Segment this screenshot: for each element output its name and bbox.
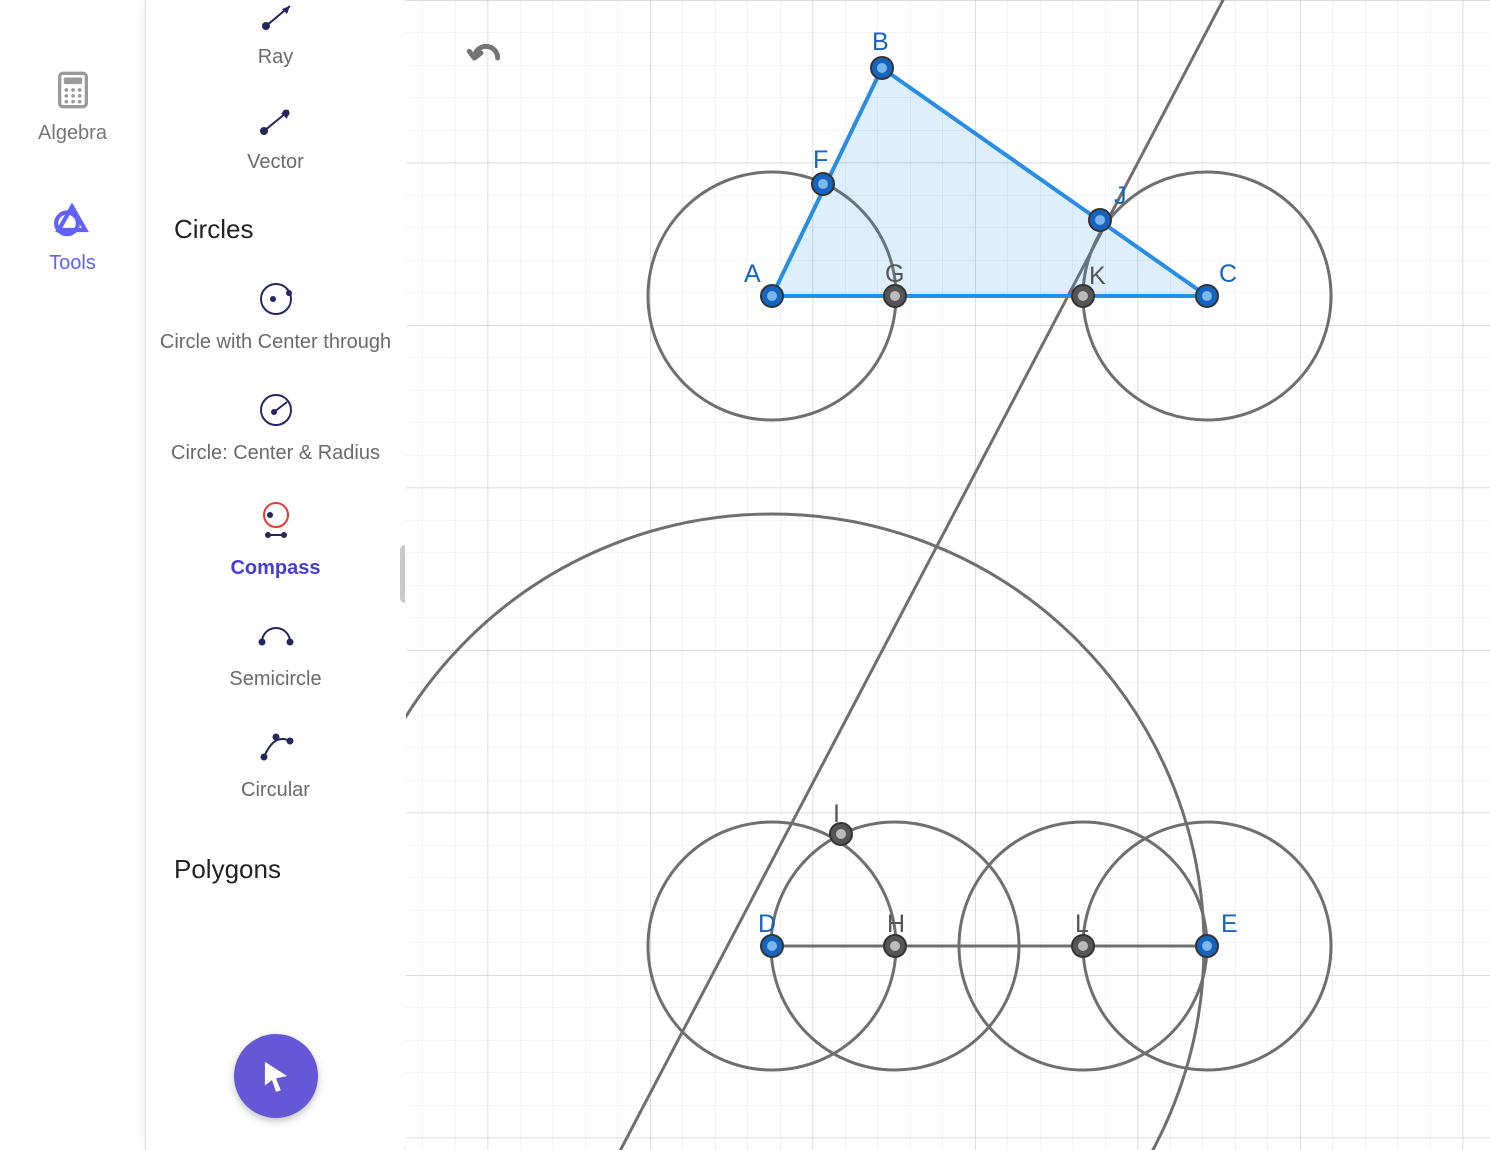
- point-label-B: B: [872, 28, 889, 56]
- circle-center-radius-icon: [256, 390, 296, 430]
- circular-icon: [256, 727, 296, 767]
- tool-compass[interactable]: Compass: [146, 477, 405, 592]
- left-nav: Algebra Tools: [0, 0, 146, 1150]
- app-root: Algebra Tools Ray: [0, 0, 1490, 1150]
- tool-circle-center-radius-label: Circle: Center & Radius: [171, 440, 380, 467]
- tool-ray[interactable]: Ray: [146, 0, 405, 81]
- point-label-K: K: [1089, 262, 1106, 290]
- tool-vector-label: Vector: [247, 149, 304, 176]
- point-label-I: I: [833, 800, 840, 828]
- point-E-inner: [1202, 941, 1212, 951]
- point-A-inner: [767, 291, 777, 301]
- tool-circular-label: Circular: [241, 777, 310, 804]
- tool-circular[interactable]: Circular: [146, 703, 405, 814]
- tool-compass-label: Compass: [230, 555, 320, 582]
- calculator-icon: [53, 70, 93, 110]
- circles-section-header: Circles: [146, 186, 405, 255]
- point-G-inner: [890, 291, 900, 301]
- move-tool-fab[interactable]: [234, 1034, 318, 1118]
- graphics-canvas[interactable]: A B C F J G K D E H L I: [406, 0, 1490, 1150]
- point-B-inner: [877, 63, 887, 73]
- point-J-inner: [1095, 215, 1105, 225]
- point-label-F: F: [813, 146, 828, 174]
- tool-semicircle[interactable]: Semicircle: [146, 592, 405, 703]
- vector-icon: [256, 105, 296, 139]
- point-label-J: J: [1114, 182, 1127, 210]
- point-K-inner: [1078, 291, 1088, 301]
- semicircle-icon: [256, 616, 296, 656]
- ray-icon: [256, 0, 296, 34]
- tool-circle-center-through[interactable]: Circle with Center through: [146, 255, 405, 366]
- point-label-H: H: [887, 910, 905, 938]
- tool-circle-center-radius[interactable]: Circle: Center & Radius: [146, 366, 405, 477]
- tool-ray-label: Ray: [258, 44, 294, 71]
- graphics-svg[interactable]: A B C F J G K D E H L I: [406, 0, 1490, 1150]
- point-L-inner: [1078, 941, 1088, 951]
- compass-icon: [254, 501, 298, 545]
- point-C-inner: [1202, 291, 1212, 301]
- point-label-D: D: [758, 910, 776, 938]
- point-label-G: G: [885, 260, 904, 288]
- tool-circle-center-through-label: Circle with Center through: [160, 329, 391, 356]
- circle-center-through-icon: [256, 279, 296, 319]
- algebra-tab[interactable]: Algebra: [38, 70, 107, 145]
- polygons-section-header: Polygons: [146, 814, 405, 895]
- point-label-L: L: [1075, 910, 1089, 938]
- tool-semicircle-label: Semicircle: [229, 666, 321, 693]
- point-I-inner: [836, 829, 846, 839]
- point-label-C: C: [1219, 260, 1237, 288]
- point-label-E: E: [1221, 910, 1238, 938]
- tools-tab[interactable]: Tools: [49, 200, 96, 275]
- point-D-inner: [767, 941, 777, 951]
- undo-icon: [466, 40, 506, 76]
- point-label-A: A: [744, 260, 761, 288]
- tool-vector[interactable]: Vector: [146, 81, 405, 186]
- algebra-label: Algebra: [38, 122, 107, 145]
- cursor-icon: [257, 1057, 295, 1095]
- tools-icon: [52, 200, 92, 240]
- undo-button[interactable]: [466, 40, 506, 81]
- point-H-inner: [890, 941, 900, 951]
- tools-label: Tools: [49, 252, 96, 275]
- tool-panel: Ray Vector Circles Circle with Center th…: [146, 0, 406, 1150]
- point-F-inner: [818, 179, 828, 189]
